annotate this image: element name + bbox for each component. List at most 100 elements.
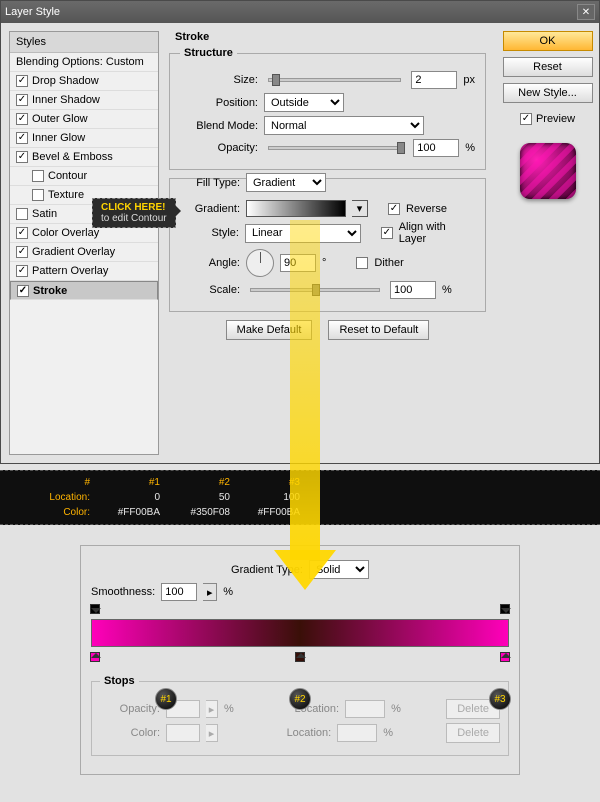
- col-num: #: [0, 477, 90, 488]
- style-item-outer-glow[interactable]: Outer Glow: [10, 110, 158, 129]
- angle-dial[interactable]: [246, 249, 274, 277]
- styles-list: Styles Blending Options: Custom Drop Sha…: [9, 31, 159, 455]
- style-label: Contour: [48, 170, 87, 182]
- panel-title: Stroke: [175, 31, 486, 43]
- gradtype-label: Gradient Type:: [231, 564, 303, 576]
- style-label: Inner Shadow: [32, 94, 100, 106]
- style-checkbox[interactable]: [17, 285, 29, 297]
- col-color: Color:: [0, 507, 90, 518]
- align-checkbox[interactable]: [381, 227, 393, 239]
- dither-label: Dither: [374, 257, 403, 269]
- style-item-bevel-emboss[interactable]: Bevel & Emboss: [10, 148, 158, 167]
- size-slider[interactable]: [268, 78, 401, 82]
- style-checkbox[interactable]: [16, 75, 28, 87]
- structure-group: Structure Size: px Position: Outside Ble…: [169, 47, 486, 170]
- color-stop-3[interactable]: [500, 652, 510, 662]
- callout-line1: CLICK HERE!: [101, 202, 167, 213]
- dialog-title: Layer Style: [5, 6, 60, 18]
- style-checkbox[interactable]: [16, 151, 28, 163]
- titlebar[interactable]: Layer Style ✕: [1, 1, 599, 23]
- style-item-pattern-overlay[interactable]: Pattern Overlay: [10, 262, 158, 281]
- position-select[interactable]: Outside: [264, 93, 344, 112]
- chevron-right-icon: ▸: [206, 700, 218, 718]
- ok-button[interactable]: OK: [503, 31, 593, 51]
- gradient-label: Gradient:: [180, 203, 240, 215]
- style-item-inner-shadow[interactable]: Inner Shadow: [10, 91, 158, 110]
- align-label: Align with Layer: [399, 221, 475, 245]
- smoothness-unit: %: [223, 586, 233, 598]
- opacity-stop-left[interactable]: [90, 604, 100, 614]
- style-item-inner-glow[interactable]: Inner Glow: [10, 129, 158, 148]
- structure-legend: Structure: [180, 47, 237, 59]
- preview-checkbox[interactable]: [520, 113, 532, 125]
- opacity-unit: %: [465, 142, 475, 154]
- scale-input[interactable]: [390, 281, 436, 299]
- style-label: Bevel & Emboss: [32, 151, 113, 163]
- color-stop-2[interactable]: [295, 652, 305, 662]
- chevron-down-icon[interactable]: ▾: [352, 200, 368, 217]
- gradstyle-select[interactable]: Linear: [245, 224, 361, 243]
- smoothness-input[interactable]: [161, 583, 197, 601]
- callout-line2: to edit Contour: [101, 213, 167, 224]
- reset-button[interactable]: Reset: [503, 57, 593, 77]
- col-location: Location:: [0, 492, 90, 503]
- angle-unit: °: [322, 257, 326, 269]
- style-checkbox[interactable]: [32, 170, 44, 182]
- gradient-stops-table: # #1 #2 #3 Location: 0 50 100 Color: #FF…: [0, 470, 600, 525]
- blending-options[interactable]: Blending Options: Custom: [10, 53, 158, 72]
- gradient-swatch[interactable]: [246, 200, 346, 217]
- angle-input[interactable]: [280, 254, 316, 272]
- style-checkbox[interactable]: [16, 113, 28, 125]
- dialog-buttons: OK Reset New Style... Preview: [496, 31, 591, 455]
- style-item-gradient-overlay[interactable]: Gradient Overlay: [10, 243, 158, 262]
- dither-checkbox[interactable]: [356, 257, 368, 269]
- styles-header[interactable]: Styles: [10, 32, 158, 53]
- style-label: Stroke: [33, 285, 67, 297]
- gradtype-select[interactable]: Solid: [309, 560, 369, 579]
- position-label: Position:: [180, 97, 258, 109]
- new-style-button[interactable]: New Style...: [503, 83, 593, 103]
- style-item-stroke[interactable]: Stroke: [10, 281, 158, 300]
- layer-style-dialog: Layer Style ✕ Styles Blending Options: C…: [0, 0, 600, 464]
- opacity-stop-right[interactable]: [500, 604, 510, 614]
- stop-location-input: [345, 700, 385, 718]
- style-checkbox[interactable]: [16, 227, 28, 239]
- make-default-button[interactable]: Make Default: [226, 320, 313, 340]
- style-checkbox[interactable]: [16, 208, 28, 220]
- style-checkbox[interactable]: [16, 265, 28, 277]
- style-item-drop-shadow[interactable]: Drop Shadow: [10, 72, 158, 91]
- reverse-checkbox[interactable]: [388, 203, 400, 215]
- gradient-bar[interactable]: [91, 619, 509, 647]
- smoothness-label: Smoothness:: [91, 586, 155, 598]
- scale-unit: %: [442, 284, 452, 296]
- style-checkbox[interactable]: [16, 94, 28, 106]
- opacity-input[interactable]: [413, 139, 459, 157]
- filltype-select[interactable]: Gradient: [246, 173, 326, 192]
- opacity-label: Opacity:: [180, 142, 258, 154]
- chevron-right-icon[interactable]: ▸: [203, 583, 217, 601]
- close-icon[interactable]: ✕: [577, 4, 595, 20]
- stop-color-label: Color:: [100, 727, 160, 739]
- badge-1: #1: [155, 688, 177, 710]
- delete-color-button: Delete: [446, 723, 500, 743]
- size-input[interactable]: [411, 71, 457, 89]
- style-label: Pattern Overlay: [32, 265, 108, 277]
- blendmode-select[interactable]: Normal: [264, 116, 424, 135]
- style-checkbox[interactable]: [32, 189, 44, 201]
- opacity-slider[interactable]: [268, 146, 403, 150]
- style-label: Inner Glow: [32, 132, 85, 144]
- reset-default-button[interactable]: Reset to Default: [328, 320, 429, 340]
- size-label: Size:: [180, 74, 258, 86]
- style-checkbox[interactable]: [16, 246, 28, 258]
- stops-legend: Stops: [100, 675, 139, 687]
- fill-group: Fill Type: Gradient Gradient: ▾ Reverse …: [169, 178, 486, 312]
- style-label: Outer Glow: [32, 113, 88, 125]
- style-item-contour[interactable]: Contour: [10, 167, 158, 186]
- style-label: Drop Shadow: [32, 75, 99, 87]
- color-stop-1[interactable]: [90, 652, 100, 662]
- stroke-panel: Stroke Structure Size: px Position: Outs…: [159, 31, 496, 455]
- badge-3: #3: [489, 688, 511, 710]
- style-checkbox[interactable]: [16, 132, 28, 144]
- scale-slider[interactable]: [250, 288, 380, 292]
- preview-label: Preview: [536, 113, 575, 125]
